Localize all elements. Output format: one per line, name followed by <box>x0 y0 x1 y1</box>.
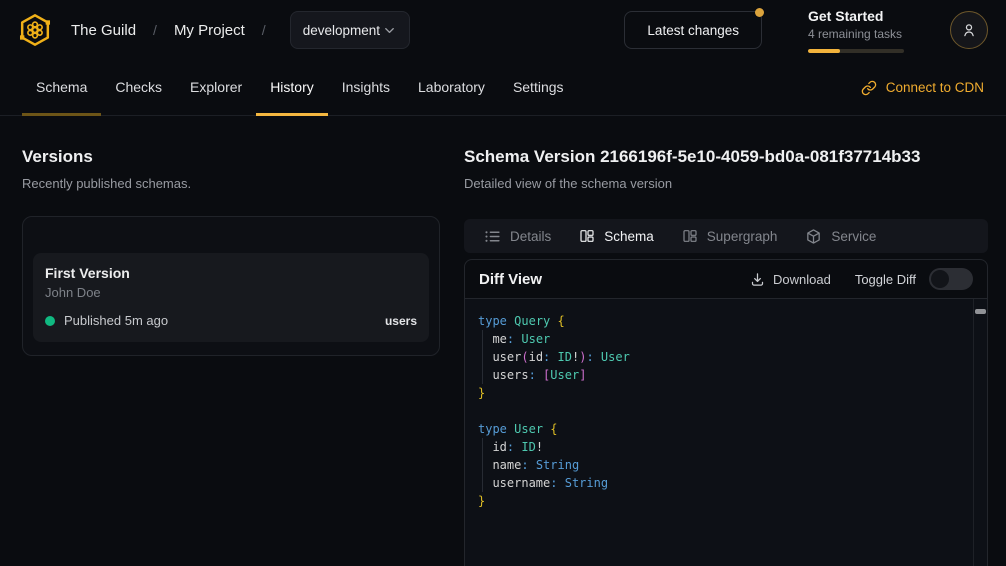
tab-details[interactable]: Details <box>470 219 565 253</box>
code-line: username: String <box>478 474 967 492</box>
indent-guide <box>482 330 483 348</box>
breadcrumb: The Guild / My Project / development <box>16 11 410 49</box>
indent-guide <box>482 456 483 474</box>
download-label: Download <box>773 272 831 287</box>
breadcrumb-project[interactable]: My Project <box>174 22 245 39</box>
indent-guide <box>482 438 483 456</box>
main-content: Versions Recently published schemas. Fir… <box>0 116 1006 566</box>
header-actions: Latest changes Get Started 4 remaining t… <box>624 8 990 53</box>
code-line: type Query { <box>478 312 967 330</box>
toggle-diff-label: Toggle Diff <box>855 272 916 287</box>
tab-explorer[interactable]: Explorer <box>176 60 256 116</box>
link-icon <box>861 80 877 96</box>
diff-panel: Diff View Download Toggle Diff <box>464 259 988 566</box>
tab-schema[interactable]: Schema <box>22 60 101 116</box>
version-status-row: Published 5m ago users <box>45 313 417 328</box>
latest-changes-button[interactable]: Latest changes <box>624 11 762 49</box>
breadcrumb-separator: / <box>262 22 266 38</box>
diff-header: Diff View Download Toggle Diff <box>465 260 987 298</box>
versions-subtitle: Recently published schemas. <box>22 176 440 191</box>
connect-to-cdn-label: Connect to CDN <box>886 80 984 95</box>
code-line: id: ID! <box>478 438 967 456</box>
scrollbar-thumb[interactable] <box>975 309 986 314</box>
chevron-down-icon <box>382 23 397 38</box>
tab-supergraph-label: Supergraph <box>707 229 778 244</box>
diff-view-title: Diff View <box>479 271 542 288</box>
tab-history[interactable]: History <box>256 60 328 116</box>
version-detail-subtitle: Detailed view of the schema version <box>464 176 988 191</box>
tab-checks[interactable]: Checks <box>101 60 176 116</box>
versions-title: Versions <box>22 147 440 167</box>
progress-fill <box>808 49 840 53</box>
version-list-item[interactable]: First Version John Doe Published 5m ago … <box>33 253 429 342</box>
target-navbar: Schema Checks Explorer History Insights … <box>0 60 1006 116</box>
code-line: } <box>478 492 967 510</box>
panels-icon <box>579 228 595 244</box>
panels-icon <box>682 228 698 244</box>
get-started-progressbar <box>808 49 904 53</box>
code-line: type User { <box>478 420 967 438</box>
connect-to-cdn-button[interactable]: Connect to CDN <box>861 60 984 115</box>
tab-settings[interactable]: Settings <box>499 60 578 116</box>
tab-laboratory[interactable]: Laboratory <box>404 60 499 116</box>
published-status-dot <box>45 316 55 326</box>
breadcrumb-separator: / <box>153 22 157 38</box>
get-started-widget[interactable]: Get Started 4 remaining tasks <box>808 8 904 53</box>
indent-guide <box>482 366 483 384</box>
version-author: John Doe <box>45 285 417 300</box>
versions-card: First Version John Doe Published 5m ago … <box>22 216 440 356</box>
diff-actions: Download Toggle Diff <box>750 268 973 290</box>
app-header: The Guild / My Project / development Lat… <box>0 0 1006 60</box>
code-line: me: User <box>478 330 967 348</box>
tab-schema-view-label: Schema <box>604 229 654 244</box>
environment-select-value: development <box>303 23 380 38</box>
user-icon <box>960 21 978 39</box>
code-scrollbar[interactable] <box>973 299 987 566</box>
toggle-diff-group: Toggle Diff <box>855 268 973 290</box>
tab-service[interactable]: Service <box>791 219 890 253</box>
tab-details-label: Details <box>510 229 551 244</box>
versions-panel: Versions Recently published schemas. Fir… <box>22 147 440 566</box>
hive-logo-icon[interactable] <box>16 11 54 49</box>
code-line: users: [User] <box>478 366 967 384</box>
indent-guide <box>482 348 483 366</box>
code-editor[interactable]: type Query { me: User user(id: ID!): Use… <box>465 298 987 566</box>
toggle-diff-switch[interactable] <box>929 268 973 290</box>
get-started-title: Get Started <box>808 8 904 24</box>
user-avatar[interactable] <box>950 11 988 49</box>
breadcrumb-org[interactable]: The Guild <box>71 22 136 39</box>
tab-service-label: Service <box>831 229 876 244</box>
tab-supergraph[interactable]: Supergraph <box>668 219 792 253</box>
code-line <box>478 402 967 420</box>
code-line: user(id: ID!): User <box>478 348 967 366</box>
download-icon <box>750 272 765 287</box>
tab-insights[interactable]: Insights <box>328 60 404 116</box>
version-detail-tabs: Details Schema <box>464 219 988 253</box>
version-service-badge: users <box>385 314 417 328</box>
list-icon <box>484 228 501 245</box>
environment-select[interactable]: development <box>290 11 410 49</box>
get-started-subtitle: 4 remaining tasks <box>808 27 904 41</box>
latest-changes-label: Latest changes <box>647 23 739 38</box>
version-name: First Version <box>45 265 417 281</box>
code-block: type Query { me: User user(id: ID!): Use… <box>478 312 967 510</box>
nav-tabs: Schema Checks Explorer History Insights … <box>22 60 578 115</box>
version-status: Published 5m ago <box>64 313 168 328</box>
notification-dot <box>755 8 764 17</box>
download-button[interactable]: Download <box>750 272 831 287</box>
switch-knob <box>931 270 949 288</box>
version-detail-title: Schema Version 2166196f-5e10-4059-bd0a-0… <box>464 147 988 167</box>
cube-icon <box>805 228 822 245</box>
code-line: name: String <box>478 456 967 474</box>
code-line: } <box>478 384 967 402</box>
indent-guide <box>482 474 483 492</box>
version-detail-panel: Schema Version 2166196f-5e10-4059-bd0a-0… <box>464 147 988 566</box>
tab-schema-view[interactable]: Schema <box>565 219 668 253</box>
